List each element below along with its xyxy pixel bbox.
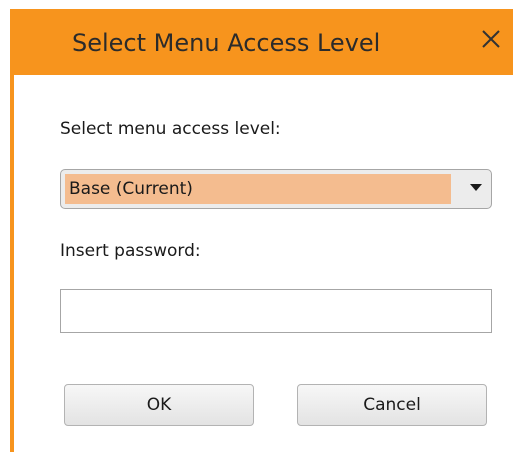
close-icon	[482, 30, 500, 48]
title-bar: Select Menu Access Level	[10, 9, 513, 75]
access-level-label: Select menu access level:	[60, 119, 281, 139]
dialog-title: Select Menu Access Level	[72, 29, 381, 57]
ok-button[interactable]: OK	[64, 384, 254, 426]
chevron-down-icon	[470, 184, 482, 191]
access-level-dialog: Select Menu Access Level Select menu acc…	[10, 9, 513, 452]
password-input[interactable]	[60, 289, 492, 333]
cancel-button[interactable]: Cancel	[297, 384, 487, 426]
password-label: Insert password:	[60, 241, 201, 261]
access-level-selected-value: Base (Current)	[65, 174, 451, 204]
close-button[interactable]	[475, 23, 507, 55]
access-level-select[interactable]: Base (Current)	[60, 169, 492, 209]
